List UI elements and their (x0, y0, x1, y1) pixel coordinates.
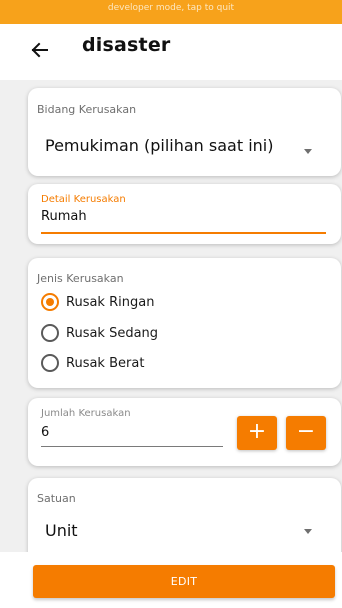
decrement-button[interactable]: − (286, 416, 326, 450)
radio-selected-icon (41, 293, 59, 311)
app-bar: disaster (0, 24, 342, 80)
radio-option-rusak-berat[interactable]: Rusak Berat (41, 352, 144, 374)
satuan-label: Satuan (37, 492, 76, 505)
dropdown-caret-icon (304, 529, 312, 534)
dropdown-caret-icon (304, 149, 312, 154)
radio-option-rusak-ringan[interactable]: Rusak Ringan (41, 291, 154, 313)
radio-unselected-icon (41, 354, 59, 372)
bidang-kerusakan-value: Pemukiman (pilihan saat ini) (45, 136, 274, 155)
jumlah-kerusakan-input[interactable]: 6 (41, 425, 49, 440)
edit-button[interactable]: EDIT (33, 565, 335, 598)
satuan-select[interactable]: Satuan Unit (28, 478, 341, 552)
radio-label: Rusak Ringan (66, 294, 155, 310)
detail-kerusakan-input[interactable]: Rumah (41, 209, 87, 224)
radio-option-rusak-sedang[interactable]: Rusak Sedang (41, 322, 158, 344)
radio-label: Rusak Sedang (66, 325, 159, 341)
jumlah-kerusakan-label: Jumlah Kerusakan (41, 408, 131, 419)
jumlah-kerusakan-card: Jumlah Kerusakan 6 + − (28, 398, 341, 466)
bidang-kerusakan-select[interactable]: Bidang Kerusakan Pemukiman (pilihan saat… (28, 88, 341, 176)
developer-mode-text: developer mode, tap to quit (107, 3, 235, 13)
increment-button[interactable]: + (237, 416, 277, 450)
back-arrow-icon[interactable] (28, 38, 52, 62)
detail-kerusakan-field[interactable]: Detail Kerusakan Rumah (28, 184, 341, 244)
detail-kerusakan-label: Detail Kerusakan (41, 194, 126, 205)
developer-mode-banner[interactable]: developer mode, tap to quit (0, 0, 342, 24)
form-content[interactable]: Bidang Kerusakan Pemukiman (pilihan saat… (0, 80, 342, 552)
radio-label: Rusak Berat (66, 355, 145, 371)
bottom-bar: EDIT (0, 552, 342, 608)
bidang-kerusakan-label: Bidang Kerusakan (37, 103, 137, 116)
jenis-kerusakan-group: Jenis Kerusakan Rusak Ringan Rusak Sedan… (28, 258, 341, 388)
detail-kerusakan-underline (41, 232, 326, 234)
radio-unselected-icon (41, 324, 59, 342)
page-title: disaster (82, 34, 171, 56)
jenis-kerusakan-label: Jenis Kerusakan (37, 272, 124, 285)
jumlah-kerusakan-underline (41, 446, 223, 447)
satuan-value: Unit (45, 521, 78, 540)
